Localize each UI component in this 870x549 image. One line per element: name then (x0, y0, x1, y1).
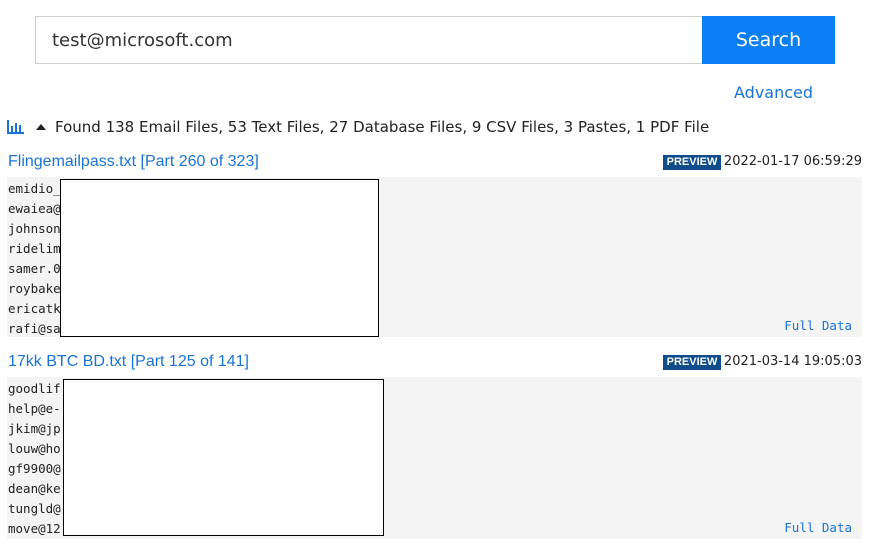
data-line: rafi@sa (8, 321, 61, 336)
search-input[interactable] (35, 16, 703, 64)
data-line: samer.0 (8, 261, 61, 276)
preview-badge[interactable]: PREVIEW (663, 355, 721, 370)
data-line: help@e- (8, 401, 61, 416)
data-line: johnson (8, 221, 61, 236)
data-lines: goodlif help@e- jkim@jp louw@ho gf9900@ … (8, 379, 61, 539)
summary-text: Found 138 Email Files, 53 Text Files, 27… (55, 118, 710, 136)
data-line: ridelim (8, 241, 61, 256)
caret-up-icon[interactable] (36, 124, 46, 130)
preview-badge[interactable]: PREVIEW (663, 155, 721, 170)
data-line: tungld@ (8, 501, 61, 516)
full-data-link[interactable]: Full Data (784, 520, 852, 535)
result-header: 17kk BTC BD.txt [Part 125 of 141] PREVIE… (7, 353, 862, 377)
search-button[interactable]: Search (702, 16, 835, 64)
data-line: louw@ho (8, 441, 61, 456)
bar-chart-icon[interactable] (7, 120, 24, 134)
data-line: move@12 (8, 521, 61, 536)
data-line: ewaiea@ (8, 201, 61, 216)
data-line: goodlif (8, 381, 61, 396)
result-header: Flingemailpass.txt [Part 260 of 323] PRE… (7, 153, 862, 177)
full-data-link[interactable]: Full Data (784, 318, 852, 333)
result-title-link[interactable]: Flingemailpass.txt [Part 260 of 323] (8, 153, 259, 171)
result-card: Flingemailpass.txt [Part 260 of 323] PRE… (7, 153, 862, 337)
data-line: emidio_ (8, 181, 61, 196)
search-bar: Search (35, 16, 835, 64)
result-preview-panel: emidio_ ewaiea@ johnson ridelim samer.0 … (7, 177, 862, 337)
result-card: 17kk BTC BD.txt [Part 125 of 141] PREVIE… (7, 353, 862, 539)
data-line: gf9900@ (8, 461, 61, 476)
data-lines: emidio_ ewaiea@ johnson ridelim samer.0 … (8, 179, 61, 337)
data-line: roybake (8, 281, 61, 296)
result-preview-panel: goodlif help@e- jkim@jp louw@ho gf9900@ … (7, 377, 862, 539)
advanced-search-link[interactable]: Advanced (734, 83, 813, 102)
data-line: ericatk (8, 301, 61, 316)
result-date: 2021-03-14 19:05:03 (723, 354, 862, 369)
result-title-link[interactable]: 17kk BTC BD.txt [Part 125 of 141] (8, 353, 249, 371)
redaction-box (63, 379, 384, 536)
data-line: jkim@jp (8, 421, 61, 436)
redaction-box (60, 179, 379, 337)
results-summary: Found 138 Email Files, 53 Text Files, 27… (7, 117, 709, 137)
data-line: dean@ke (8, 481, 61, 496)
result-date: 2022-01-17 06:59:29 (723, 154, 862, 169)
